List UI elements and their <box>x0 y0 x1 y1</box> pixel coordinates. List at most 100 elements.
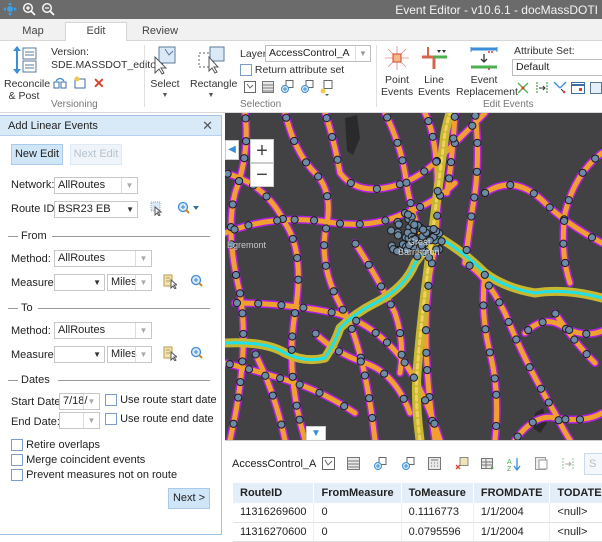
sort-icon[interactable]: AZ <box>507 457 521 473</box>
event-point <box>432 157 441 166</box>
column-header-todate[interactable]: TODATE <box>549 483 602 503</box>
use-route-end-checkbox[interactable] <box>105 413 117 426</box>
prevent-measures-checkbox[interactable] <box>11 469 23 482</box>
return-attribute-set[interactable]: Return attribute set <box>240 64 344 77</box>
event-replacement-button[interactable]: Event Replacement <box>456 45 518 98</box>
more-tools-icon[interactable] <box>590 82 602 97</box>
close-icon[interactable]: ✕ <box>202 116 213 136</box>
pan-icon[interactable] <box>3 2 17 16</box>
show-all-icon[interactable] <box>347 457 361 471</box>
return-attribute-checkbox[interactable] <box>240 64 252 77</box>
pan-to-selected-icon[interactable] <box>401 457 415 471</box>
zoom-to-selection-icon[interactable] <box>300 80 314 97</box>
table-icon[interactable] <box>262 81 274 96</box>
next-edit-button[interactable]: Next Edit <box>70 144 122 165</box>
retire-event-icon[interactable] <box>517 82 529 97</box>
zoom-out-icon[interactable] <box>41 2 55 16</box>
attribute-window-icon[interactable] <box>571 82 585 97</box>
merge-event-icon[interactable] <box>553 81 567 98</box>
zoom-to-selected-icon[interactable] <box>373 457 387 471</box>
new-version-icon[interactable] <box>73 76 87 92</box>
point-events-button[interactable]: Point Events <box>381 45 413 98</box>
column-header-fromdate[interactable]: FROMDATE <box>473 483 551 503</box>
attribute-set-select[interactable]: Default <box>512 59 602 76</box>
event-point <box>528 418 537 427</box>
event-point <box>322 114 331 123</box>
to-method-select[interactable]: AllRoutes ▼ <box>54 322 152 339</box>
layer-select[interactable]: AccessControl_A ▼ <box>265 45 371 62</box>
merge-coincident-option[interactable]: Merge coincident events <box>11 454 145 467</box>
event-point <box>234 176 244 186</box>
tab-review[interactable]: Review <box>135 23 185 41</box>
table-search-input[interactable]: S <box>584 453 602 475</box>
export-table-icon[interactable] <box>481 457 495 471</box>
map-zoom-in-button[interactable]: + <box>250 139 274 163</box>
to-measure-input[interactable]: ▼ <box>54 346 105 363</box>
event-point <box>287 345 296 354</box>
column-header-routeid[interactable]: RouteID <box>233 483 315 503</box>
select-measure-on-map-icon[interactable] <box>163 274 179 292</box>
delete-version-icon[interactable]: ✕ <box>93 75 105 92</box>
ribbon: Reconcile & Post Version: SDE.MASSDOT_ed… <box>0 41 602 113</box>
from-method-select[interactable]: AllRoutes ▼ <box>54 250 152 267</box>
event-point <box>380 369 389 378</box>
route-id-input[interactable]: BSR23 EB ▼ <box>54 201 138 218</box>
network-select[interactable]: AllRoutes ▼ <box>54 177 138 194</box>
calculate-field-icon[interactable] <box>428 457 442 471</box>
select-to-measure-on-map-icon[interactable] <box>163 346 179 364</box>
to-units-select[interactable]: Miles ▼ <box>107 346 152 363</box>
reconcile-post-button[interactable]: Reconcile & Post <box>4 45 50 102</box>
collapse-panel-toggle[interactable]: ◀ <box>225 140 239 160</box>
line-events-button[interactable]: Line Events <box>418 45 450 98</box>
select-feature-icon[interactable] <box>322 457 336 471</box>
event-point <box>387 226 396 235</box>
event-point <box>383 113 392 122</box>
event-point <box>236 377 245 387</box>
retire-overlaps-option[interactable]: Retire overlaps <box>11 439 100 452</box>
map-view[interactable]: Egremont Great Barrington ◀ + − ▼ <box>225 113 602 440</box>
event-point <box>228 200 237 209</box>
select-feature-icon[interactable] <box>244 81 256 96</box>
zoom-selected-icon[interactable] <box>280 80 294 97</box>
column-header-frommeasure[interactable]: FromMeasure <box>313 483 402 503</box>
rectangle-button[interactable]: Rectangle ▼ <box>190 45 237 102</box>
event-point <box>277 301 286 310</box>
event-point <box>381 216 390 225</box>
expand-table-toggle[interactable]: ▼ <box>306 426 326 440</box>
event-point <box>241 137 251 146</box>
copy-rows-icon[interactable] <box>535 457 549 471</box>
from-units-select[interactable]: Miles ▼ <box>107 274 152 291</box>
table-row[interactable]: 11316270600 0 0.0795596 1/1/2004 <null> … <box>233 522 602 542</box>
merge-coincident-checkbox[interactable] <box>11 454 23 467</box>
zoom-to-to-icon[interactable] <box>190 346 204 363</box>
event-point <box>290 215 299 224</box>
event-point <box>254 299 263 308</box>
refresh-version-icon[interactable] <box>53 77 67 92</box>
table-row[interactable]: 11316269600 0 0.1116773 1/1/2004 <null> … <box>233 503 602 523</box>
from-measure-input[interactable]: ▼ <box>54 274 105 291</box>
prevent-measures-option[interactable]: Prevent measures not on route <box>11 469 177 482</box>
end-date-input[interactable]: ▼ <box>59 412 100 429</box>
zoom-in-icon[interactable] <box>22 2 36 16</box>
event-point <box>479 301 488 310</box>
new-edit-button[interactable]: New Edit <box>11 144 63 165</box>
delete-selected-icon[interactable] <box>455 457 469 471</box>
split-event-icon[interactable] <box>535 81 549 98</box>
zoom-to-from-icon[interactable] <box>190 274 204 291</box>
select-button[interactable]: Select ▼ <box>150 45 180 102</box>
map-zoom-out-button[interactable]: − <box>250 163 274 187</box>
highlight-selection-icon[interactable] <box>320 80 334 99</box>
select-route-on-map-icon[interactable] <box>148 201 163 219</box>
event-point <box>295 415 304 424</box>
use-route-end-option[interactable]: Use route end date <box>105 413 214 426</box>
split-icon[interactable] <box>561 457 575 471</box>
column-header-tomeasure[interactable]: ToMeasure <box>401 483 474 503</box>
tab-edit[interactable]: Edit <box>65 22 127 42</box>
tab-map[interactable]: Map <box>8 23 58 41</box>
use-route-start-checkbox[interactable] <box>105 394 117 407</box>
retire-overlaps-checkbox[interactable] <box>11 439 23 452</box>
next-button[interactable]: Next > <box>168 488 210 509</box>
zoom-to-route-icon[interactable] <box>177 201 201 218</box>
use-route-start-option[interactable]: Use route start date <box>105 394 217 407</box>
start-date-input[interactable]: 7/18/▼ <box>59 393 100 410</box>
